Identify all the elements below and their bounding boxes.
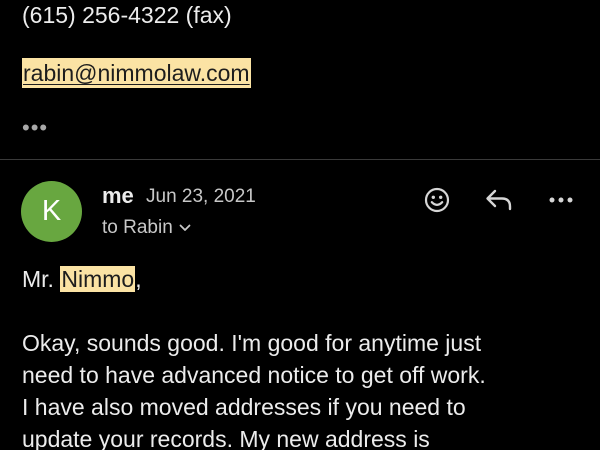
more-options-button[interactable] bbox=[545, 184, 577, 216]
more-horizontal-icon bbox=[548, 196, 574, 204]
email-thread-view: (615) 256-4322 (fax) rabin@nimmolaw.com … bbox=[0, 0, 600, 450]
emoji-react-button[interactable] bbox=[421, 184, 453, 216]
message-line: update your records. My new address is bbox=[22, 426, 430, 450]
signature-fax-line: (615) 256-4322 (fax) bbox=[22, 2, 232, 28]
message-date: Jun 23, 2021 bbox=[146, 186, 256, 207]
chevron-down-icon bbox=[179, 224, 191, 232]
reply-icon bbox=[484, 187, 514, 213]
salutation-suffix: , bbox=[135, 266, 142, 292]
signature-email-link[interactable]: rabin@nimmolaw.com bbox=[22, 58, 251, 88]
smiley-icon bbox=[423, 186, 451, 214]
message-salutation: Mr. Nimmo, bbox=[22, 263, 582, 295]
message-line: Okay, sounds good. I'm good for anytime … bbox=[22, 330, 482, 356]
show-trimmed-content-button[interactable]: ••• bbox=[22, 117, 48, 139]
reply-button[interactable] bbox=[483, 184, 515, 216]
avatar[interactable]: K bbox=[21, 181, 82, 242]
search-highlight: Nimmo bbox=[60, 266, 136, 292]
message-divider bbox=[0, 159, 600, 160]
recipient-details-toggle[interactable]: to Rabin bbox=[102, 215, 191, 241]
sender-name: me bbox=[102, 183, 134, 208]
recipient-label: to Rabin bbox=[102, 217, 173, 238]
salutation-prefix: Mr. bbox=[22, 266, 61, 292]
message-line: need to have advanced notice to get off … bbox=[22, 362, 486, 388]
message-body: Okay, sounds good. I'm good for anytime … bbox=[22, 327, 582, 450]
message-line: I have also moved addresses if you need … bbox=[22, 394, 466, 420]
